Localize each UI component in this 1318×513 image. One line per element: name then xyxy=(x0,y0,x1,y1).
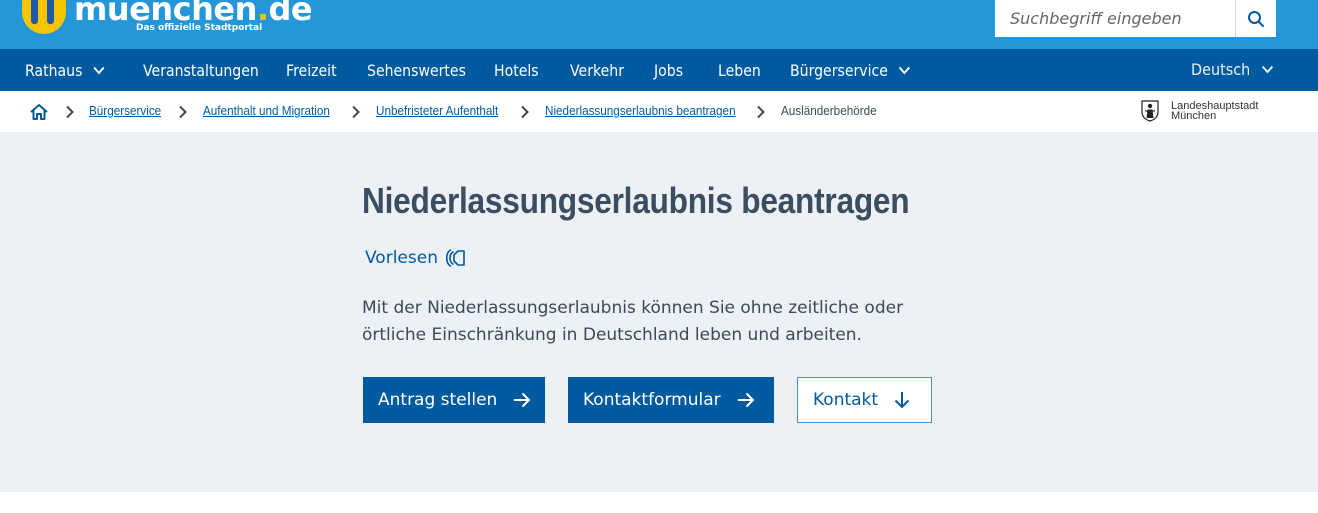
nav-item-hotels[interactable]: Hotels xyxy=(494,49,539,91)
arrow-right-icon xyxy=(513,392,531,408)
read-aloud-label: Vorlesen xyxy=(365,248,438,268)
nav-item-label: Rathaus xyxy=(25,60,83,80)
nav-item-label: Bürgerservice xyxy=(790,60,888,80)
chevron-right-icon xyxy=(179,105,187,119)
nav-item-label: Sehenswertes xyxy=(367,60,466,80)
nav-item-rathaus[interactable]: Rathaus xyxy=(25,49,105,91)
breadcrumb-item-buergerservice[interactable]: Bürgerservice xyxy=(89,103,161,118)
button-label: Antrag stellen xyxy=(378,390,498,410)
search-icon xyxy=(1248,10,1264,27)
nav-item-freizeit[interactable]: Freizeit xyxy=(286,49,337,91)
nav-item-veranstaltungen[interactable]: Veranstaltungen xyxy=(143,49,259,91)
chevron-right-icon xyxy=(352,105,360,119)
city-line-2: München xyxy=(1171,110,1217,122)
nav-item-leben[interactable]: Leben xyxy=(718,49,761,91)
nav-item-label: Freizeit xyxy=(286,60,337,80)
logo-mark-icon xyxy=(22,0,66,34)
search-box xyxy=(995,0,1276,37)
breadcrumb: Bürgerservice Aufenthalt und Migration U… xyxy=(0,91,1318,132)
city-logo[interactable]: Landeshauptstadt München xyxy=(1141,100,1258,122)
chevron-right-icon xyxy=(521,105,529,119)
read-aloud-button[interactable]: Vorlesen xyxy=(365,248,468,268)
nav-item-sehenswertes[interactable]: Sehenswertes xyxy=(367,49,466,91)
chevron-down-icon xyxy=(1261,65,1274,74)
search-button[interactable] xyxy=(1235,0,1276,37)
speaker-icon xyxy=(445,248,468,268)
nav-item-buergerservice[interactable]: Bürgerservice xyxy=(790,49,911,91)
language-selector[interactable]: Deutsch xyxy=(1191,49,1274,89)
search-input[interactable] xyxy=(995,0,1235,37)
nav-item-label: Verkehr xyxy=(570,60,625,80)
main-nav: Rathaus Veranstaltungen Freizeit Sehensw… xyxy=(0,49,1318,91)
home-icon[interactable] xyxy=(29,102,49,122)
arrow-right-icon xyxy=(737,392,755,408)
breadcrumb-item-aufenthalt-migration[interactable]: Aufenthalt und Migration xyxy=(203,103,330,118)
city-name: Landeshauptstadt München xyxy=(1171,101,1258,122)
kontakt-button[interactable]: Kontakt xyxy=(797,377,932,423)
button-label: Kontaktformular xyxy=(583,390,721,410)
page-title: Niederlassungserlaubnis beantragen xyxy=(362,180,910,221)
top-header: muenchen.de Das offizielle Stadtportal xyxy=(0,0,1318,49)
breadcrumb-item-unbefristeter-aufenthalt[interactable]: Unbefristeter Aufenthalt xyxy=(376,103,498,118)
chevron-right-icon xyxy=(66,105,74,119)
hero-section: Niederlassungserlaubnis beantragen Vorle… xyxy=(0,132,1318,492)
breadcrumb-current: Ausländerbehörde xyxy=(781,103,877,118)
logo-tagline: Das offizielle Stadtportal xyxy=(136,23,263,33)
muenchner-kindl-icon xyxy=(1141,100,1159,122)
nav-item-label: Veranstaltungen xyxy=(143,60,259,80)
kontaktformular-button[interactable]: Kontaktformular xyxy=(568,377,774,423)
nav-item-label: Leben xyxy=(718,60,761,80)
breadcrumb-item-niederlassungserlaubnis[interactable]: Niederlassungserlaubnis beantragen xyxy=(545,103,736,118)
nav-item-label: Hotels xyxy=(494,60,539,80)
nav-item-label: Jobs xyxy=(654,60,684,80)
chevron-right-icon xyxy=(757,105,765,119)
chevron-down-icon xyxy=(93,66,105,75)
nav-item-jobs[interactable]: Jobs xyxy=(654,49,683,91)
nav-item-verkehr[interactable]: Verkehr xyxy=(570,49,624,91)
button-label: Kontakt xyxy=(813,390,879,410)
arrow-down-icon xyxy=(894,391,910,409)
antrag-stellen-button[interactable]: Antrag stellen xyxy=(363,377,545,423)
chevron-down-icon xyxy=(899,66,911,75)
language-label: Deutsch xyxy=(1191,59,1251,79)
intro-text: Mit der Niederlassungserlaubnis können S… xyxy=(362,298,904,345)
